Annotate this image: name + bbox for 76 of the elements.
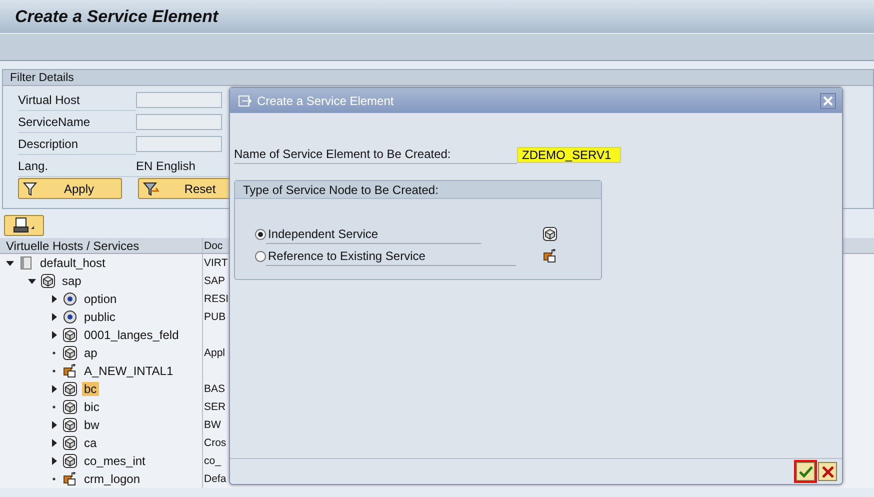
cross-icon (822, 466, 834, 478)
window-title: Create a Service Element (15, 6, 218, 26)
edit-icon (238, 94, 252, 106)
dialog-title: Create a Service Element (257, 94, 394, 108)
input-field[interactable]: ZDEMO_SERV1 (517, 146, 621, 162)
link-icon (63, 364, 77, 378)
table-cell: VIRT (204, 257, 228, 269)
print-button[interactable] (4, 214, 44, 236)
disc-icon (63, 310, 77, 324)
input-field[interactable] (136, 136, 222, 152)
tree-node[interactable]: A_NEW_INTAL1 (82, 364, 176, 378)
option-label[interactable]: Independent Service (266, 224, 481, 244)
field-label: Name of Service Element to Be Created: (234, 145, 517, 164)
tree-node[interactable]: ca (82, 436, 99, 450)
column-header[interactable]: Doc (203, 238, 223, 253)
tree-node[interactable]: default_host (38, 256, 108, 270)
filter-reset-icon (143, 182, 159, 196)
close-button[interactable] (820, 92, 836, 108)
column-header[interactable]: Virtuelle Hosts / Services (0, 238, 203, 253)
table-cell: Appl (204, 347, 226, 359)
group-title: Type of Service Node to Be Created: (243, 183, 438, 197)
expand-arrow-icon[interactable] (50, 439, 58, 447)
expand-arrow-icon[interactable] (50, 331, 58, 339)
table-cell: BAS (204, 383, 226, 395)
table-cell: RESI (204, 293, 229, 305)
table-cell: Defa (204, 473, 226, 485)
input-field[interactable] (136, 114, 222, 130)
table-cell: BW (204, 419, 221, 431)
close-icon (823, 96, 833, 106)
table-cell: co_ (204, 455, 221, 467)
input-field[interactable] (136, 92, 222, 108)
expand-arrow-icon[interactable] (50, 385, 58, 393)
apply-button[interactable]: Apply (18, 178, 122, 199)
expand-arrow-icon[interactable] (50, 313, 58, 321)
expand-arrow-icon[interactable] (50, 295, 58, 303)
tree-node[interactable]: co_mes_int (82, 454, 148, 468)
filter-icon (23, 182, 37, 196)
table-cell: SER (204, 401, 226, 413)
table-cell: Cros (204, 437, 226, 449)
cancel-button[interactable] (818, 462, 837, 481)
radio-button[interactable] (255, 228, 266, 240)
cube-icon (543, 227, 557, 241)
radio-button[interactable] (255, 250, 266, 262)
tree-node[interactable]: bc (82, 382, 99, 396)
tree-node[interactable]: public (82, 310, 118, 324)
tree-node[interactable]: option (82, 292, 119, 306)
cube-icon (63, 346, 77, 360)
tree-node[interactable]: bic (82, 400, 102, 414)
collapse-arrow-icon[interactable] (28, 277, 36, 285)
printer-icon (13, 217, 35, 233)
cube-icon (63, 418, 77, 432)
disc-icon (63, 292, 77, 306)
panel-title: Filter Details (10, 72, 74, 84)
link-icon (543, 249, 557, 263)
option-label[interactable]: Reference to Existing Service (266, 246, 516, 266)
tree-node[interactable]: 0001_langes_feld (82, 328, 181, 342)
cube-icon (41, 274, 55, 288)
cube-icon (63, 382, 77, 396)
tree-node[interactable]: crm_logon (82, 472, 142, 486)
cube-icon (63, 436, 77, 450)
link-icon (63, 472, 77, 486)
field-label: Lang. (18, 156, 136, 176)
confirm-button[interactable] (796, 462, 815, 481)
table-cell: SAP (204, 275, 226, 287)
collapse-arrow-icon[interactable] (6, 259, 14, 267)
tree-node[interactable]: bw (82, 418, 102, 432)
checkmark-icon (798, 466, 812, 478)
cube-icon (63, 400, 77, 414)
table-cell: PUB (204, 311, 226, 323)
tree-node[interactable]: sap (60, 274, 84, 288)
expand-arrow-icon[interactable] (50, 421, 58, 429)
cube-icon (63, 454, 77, 468)
cube-icon (63, 328, 77, 342)
tree-node[interactable]: ap (82, 346, 100, 360)
expand-arrow-icon[interactable] (50, 457, 58, 465)
folder-icon (19, 256, 33, 270)
